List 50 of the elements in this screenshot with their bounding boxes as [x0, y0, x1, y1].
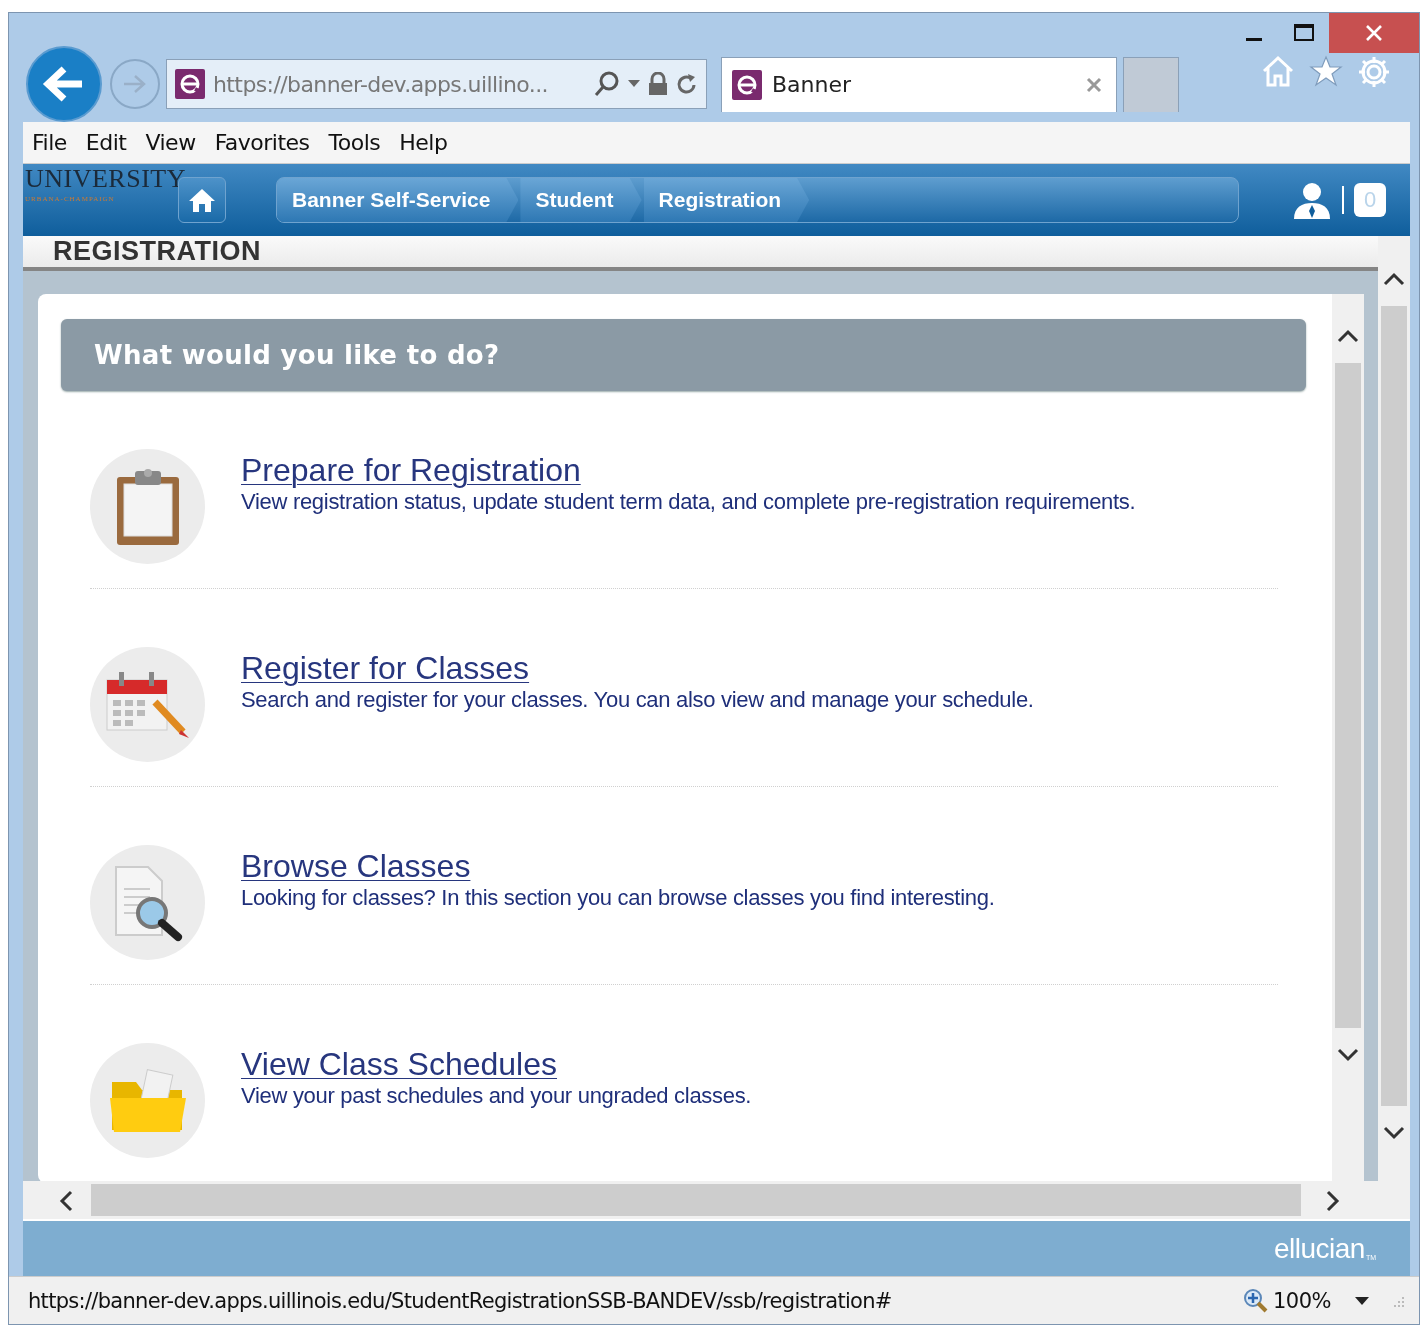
breadcrumb-link[interactable]: Student [520, 178, 642, 222]
menu-item[interactable]: Tools [324, 130, 396, 155]
menu-item[interactable]: View [141, 130, 211, 155]
panel-title: What would you like to do? [94, 340, 500, 370]
scrollbar[interactable] [1332, 294, 1364, 1183]
menu-item[interactable]: File [28, 130, 82, 155]
option-link[interactable]: View Class Schedules [241, 1045, 557, 1083]
browser-tab[interactable]: Banner [721, 56, 1117, 112]
brand-logo: ellucian [1273, 1232, 1365, 1265]
tab-title: Banner [772, 72, 853, 97]
url-text: https://banner-dev.apps.uillino... [213, 71, 549, 97]
breadcrumb-link[interactable]: Registration [643, 178, 810, 222]
folder-icon [107, 1067, 188, 1134]
user-icon[interactable] [1292, 181, 1332, 219]
close-button[interactable] [1329, 13, 1419, 53]
star-icon[interactable] [1309, 54, 1343, 87]
scrollbar-thumb[interactable] [1335, 363, 1361, 1028]
home-icon [188, 187, 216, 213]
search-icon[interactable] [594, 71, 620, 97]
option-description: Looking for classes? In this section you can browse classes you find interesting. [241, 885, 995, 911]
lock-icon [648, 72, 668, 96]
option-link[interactable]: Prepare for Registration [241, 451, 581, 489]
caret-icon[interactable] [1355, 1296, 1369, 1305]
close-icon[interactable] [1086, 76, 1102, 93]
arrow-icon [122, 73, 148, 95]
option-description: View your past schedules and your ungraded classes. [241, 1083, 752, 1109]
scrollbar[interactable] [23, 1181, 1410, 1221]
zoom-icon[interactable] [1242, 1287, 1269, 1314]
minimize-icon [1246, 37, 1262, 41]
menu-item[interactable]: Help [395, 130, 463, 155]
option-link[interactable]: Browse Classes [241, 847, 471, 885]
address-bar[interactable]: https://banner-dev.apps.uillino... [166, 59, 707, 109]
page-icon [732, 69, 762, 100]
scrollbar-thumb[interactable] [1381, 306, 1407, 1106]
scrollbar-thumb[interactable] [91, 1184, 1301, 1216]
option-description: Search and register for your classes. You can also view and manage your schedule. [241, 687, 1034, 713]
option-description: View registration status, update student term data, and complete pre-registration requirements. [241, 489, 1136, 515]
menu-item[interactable]: Edit [81, 130, 142, 155]
page-title: REGISTRATION [53, 236, 261, 267]
status-url: https://banner-dev.apps.uillinois.edu/StudentRegistrationSSB-BANDEV/ssb/registration# [28, 1288, 893, 1313]
logo-text: UNIVERSITY [25, 164, 186, 194]
refresh-icon[interactable] [676, 72, 698, 96]
menu-item[interactable]: Favorites [210, 130, 325, 155]
breadcrumb-link[interactable]: Banner Self-Service [277, 178, 519, 222]
maximize-icon [1294, 24, 1314, 42]
close-icon [1365, 24, 1383, 42]
page-icon [175, 69, 205, 99]
calendar-icon [104, 669, 191, 740]
zoom-level[interactable]: 100% [1272, 1288, 1331, 1313]
option-link[interactable]: Register for Classes [241, 649, 530, 687]
